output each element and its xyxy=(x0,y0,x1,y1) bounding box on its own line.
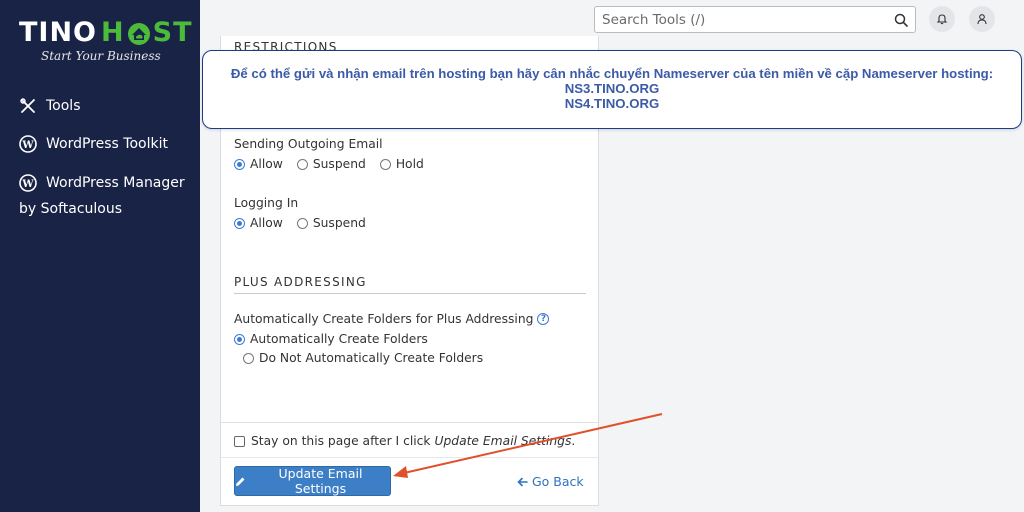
footer-divider xyxy=(221,457,598,458)
sidebar: TINO H ST Start Your Business Tools W Wo… xyxy=(0,0,200,512)
svg-text:W: W xyxy=(21,140,34,151)
sidebar-item-label: WordPress Toolkit xyxy=(46,136,168,152)
user-menu-button[interactable] xyxy=(969,6,995,32)
search-icon[interactable] xyxy=(893,12,909,28)
sending-hold-radio[interactable]: Hold xyxy=(379,157,424,171)
tinohost-logo[interactable]: TINO H ST Start Your Business xyxy=(19,16,192,63)
search-box[interactable] xyxy=(594,6,916,33)
logo-tagline: Start Your Business xyxy=(41,49,161,63)
logging-in-label: Logging In xyxy=(234,196,299,210)
sidebar-item-label: WordPress Manager xyxy=(46,175,185,191)
plus-no-auto-create-radio[interactable]: Do Not Automatically Create Folders xyxy=(243,351,483,365)
sidebar-item-sublabel[interactable]: by Softaculous xyxy=(19,201,122,217)
notice-nameserver-2: NS4.TINO.ORG xyxy=(564,96,660,111)
login-suspend-radio[interactable]: Suspend xyxy=(296,216,366,230)
sidebar-item-tools[interactable]: Tools xyxy=(19,97,81,115)
tools-icon xyxy=(19,97,37,115)
sending-allow-radio[interactable]: Allow xyxy=(234,157,283,171)
update-email-settings-button[interactable]: Update Email Settings xyxy=(234,466,391,496)
bell-icon xyxy=(936,10,948,29)
house-cloud-icon xyxy=(127,23,150,45)
login-allow-radio[interactable]: Allow xyxy=(234,216,283,230)
plus-addressing-heading: PLUS ADDRESSING xyxy=(234,275,367,289)
checkbox-box[interactable] xyxy=(234,435,245,447)
go-back-link[interactable]: Go Back xyxy=(517,474,584,489)
logo-text-tino: TINO xyxy=(19,17,98,48)
sidebar-item-label: Tools xyxy=(46,98,81,114)
plus-addressing-label: Automatically Create Folders for Plus Ad… xyxy=(234,312,550,326)
svg-text:W: W xyxy=(21,179,34,190)
logging-in-options: Allow Suspend xyxy=(234,216,380,230)
search-input[interactable] xyxy=(595,7,885,32)
wordpress-icon: W xyxy=(19,135,37,153)
notifications-button[interactable] xyxy=(929,6,955,32)
wordpress-icon: W xyxy=(19,174,37,192)
sending-suspend-radio[interactable]: Suspend xyxy=(296,157,366,171)
section-divider xyxy=(234,293,586,294)
notice-message: Để có thể gửi và nhận email trên hosting… xyxy=(230,66,994,81)
help-icon[interactable]: ? xyxy=(537,313,550,325)
footer-divider xyxy=(221,422,598,423)
stay-on-page-checkbox[interactable]: Stay on this page after I click Update E… xyxy=(234,434,575,448)
plus-auto-create-radio[interactable]: Automatically Create Folders xyxy=(234,332,428,346)
nameserver-notice-banner: Để có thể gửi và nhận email trên hosting… xyxy=(202,50,1022,129)
sending-email-label: Sending Outgoing Email xyxy=(234,137,383,151)
sidebar-item-wordpress-toolkit[interactable]: W WordPress Toolkit xyxy=(19,135,168,153)
sidebar-item-wordpress-manager[interactable]: W WordPress Manager xyxy=(19,174,185,192)
logo-text-st: ST xyxy=(152,17,193,48)
user-icon xyxy=(976,10,988,29)
notice-nameserver-1: NS3.TINO.ORG xyxy=(564,81,660,96)
arrow-left-icon xyxy=(517,477,528,487)
pencil-icon xyxy=(235,476,246,487)
sending-email-options: Allow Suspend Hold xyxy=(234,157,438,171)
logo-text-h: H xyxy=(101,17,125,48)
